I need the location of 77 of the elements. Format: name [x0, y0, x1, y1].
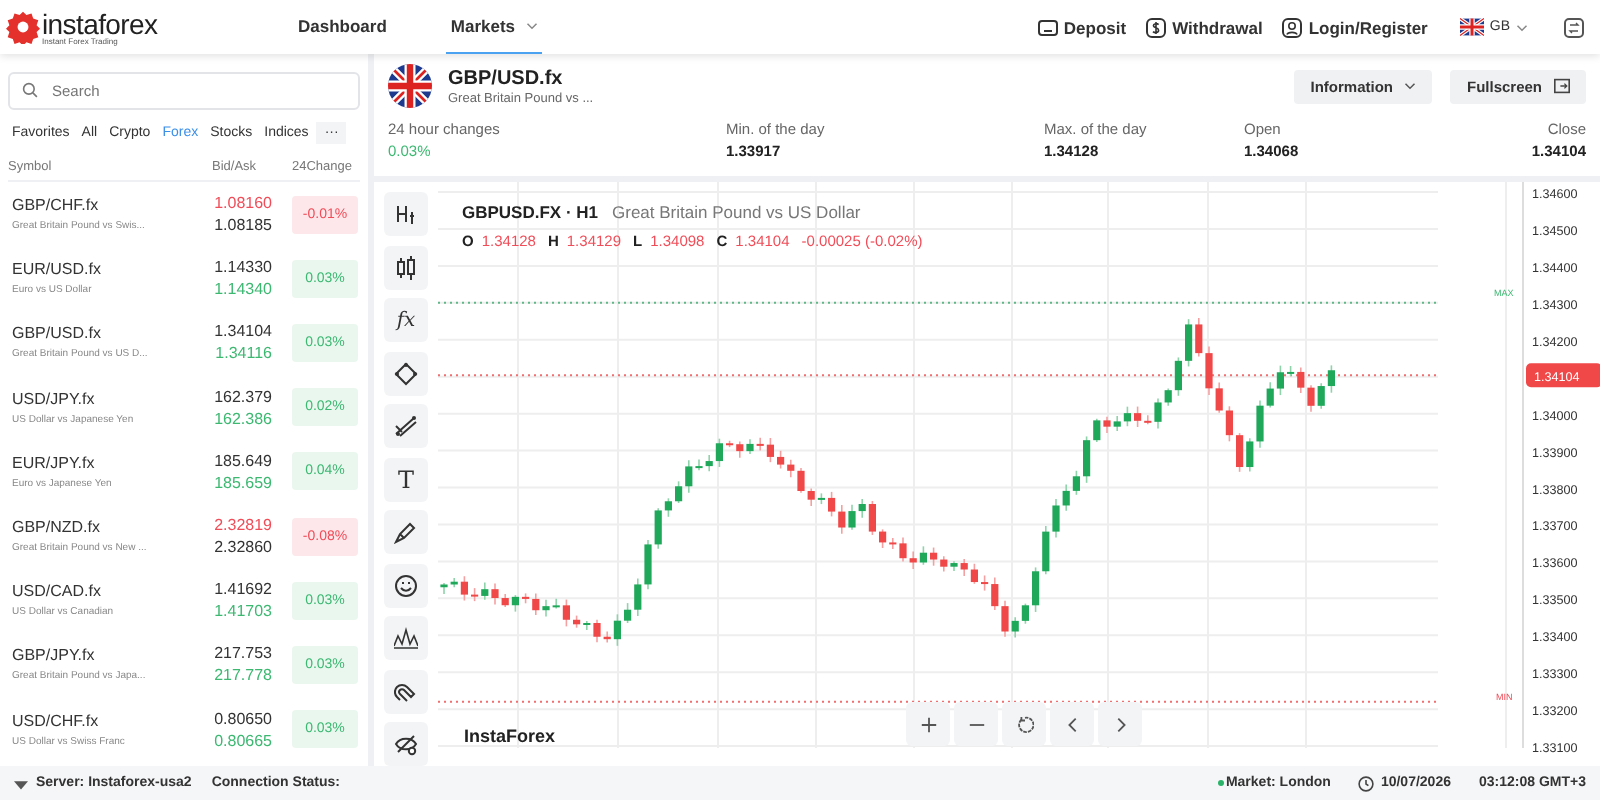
candlestick-icon	[394, 255, 418, 279]
ask-price: 185.659	[214, 473, 272, 492]
wifi-icon	[14, 777, 28, 789]
bars-icon	[394, 202, 418, 226]
bid-price: 2.32819	[214, 516, 272, 535]
caret-icon	[525, 22, 538, 30]
tool-button[interactable]: T	[384, 457, 428, 501]
bid-price: 162.379	[214, 387, 272, 406]
caret-icon	[1404, 82, 1417, 90]
ask-price: 1.34116	[215, 344, 272, 363]
ask-price: 0.80665	[214, 731, 272, 750]
ask-price: 1.41703	[214, 602, 272, 621]
exchange-icon[interactable]	[1564, 17, 1584, 37]
nav-link[interactable]: Markets	[446, 0, 542, 54]
caret-icon	[1516, 23, 1528, 31]
ask-price: 1.14340	[214, 280, 272, 299]
bid-price: 185.649	[214, 451, 272, 470]
brush-icon	[394, 520, 418, 544]
symbol-name: EUR/USD.fx	[12, 260, 103, 279]
symbol-name: GBP/USD.fx	[12, 324, 103, 343]
symbol-name: USD/CAD.fx	[12, 582, 103, 601]
status-dot-icon	[1217, 780, 1224, 786]
nav-link[interactable]: Dashboard	[294, 0, 391, 54]
chart-brand: InstaForex	[464, 726, 556, 746]
clock-icon	[1358, 775, 1375, 791]
gear-logo-icon	[6, 10, 40, 44]
candle-tool-button[interactable]	[384, 245, 428, 289]
pattern-icon	[394, 626, 418, 650]
shape-tool-button[interactable]	[384, 351, 428, 395]
hidden-eye-icon	[394, 732, 418, 756]
ask-price: 2.32860	[214, 538, 272, 557]
zoom-in-button[interactable]	[906, 702, 950, 746]
magnet-tool-button[interactable]	[384, 669, 428, 713]
smiley-icon	[394, 573, 418, 597]
symbol-name: USD/CHF.fx	[12, 711, 101, 730]
bid-price: 1.34104	[214, 322, 272, 341]
symbol-name: GBP/CHF.fx	[12, 196, 101, 215]
bid-price: 1.08160	[214, 194, 272, 213]
plus-icon	[919, 715, 937, 733]
chevron-left-icon	[1063, 715, 1081, 733]
symbol-name: GBP/JPY.fx	[12, 646, 97, 665]
chart-description: Great Britain Pound vs US Dollar	[612, 202, 861, 222]
bid-price: 1.41692	[214, 580, 272, 599]
header-link[interactable]: Login/Register	[1282, 17, 1428, 37]
card-icon	[1037, 17, 1058, 37]
shape-icon	[394, 361, 418, 385]
reset-button[interactable]	[1002, 702, 1046, 746]
bid-price: 217.753	[214, 644, 272, 663]
header-link[interactable]: Deposit	[1037, 17, 1127, 37]
user-icon	[1282, 17, 1303, 37]
brand-name: instaforex	[42, 9, 158, 37]
header-link[interactable]: Withdrawal	[1146, 17, 1263, 37]
dollar-icon	[1146, 17, 1167, 37]
eye-tool-button[interactable]	[384, 722, 428, 766]
ask-price: 162.386	[214, 409, 272, 428]
uk-flag-icon	[388, 64, 432, 108]
bars-tool-button[interactable]	[384, 192, 428, 236]
symbol-name: GBP/NZD.fx	[12, 518, 103, 537]
chart-title: GBPUSD.FX · H1	[462, 202, 599, 222]
lines-tool-button[interactable]	[384, 404, 428, 448]
symbol-name: USD/JPY.fx	[12, 389, 97, 408]
fullscreen-icon	[1554, 78, 1570, 94]
trend-lines-icon	[394, 414, 418, 438]
ask-price: 217.778	[214, 666, 272, 685]
smile-tool-button[interactable]	[384, 563, 428, 607]
uk-flag-icon	[1459, 18, 1484, 36]
search-icon	[22, 82, 38, 98]
bid-price: 1.14330	[214, 258, 272, 277]
bid-price: 0.80650	[214, 709, 272, 728]
wave-tool-button[interactable]	[384, 616, 428, 660]
symbol-name: EUR/JPY.fx	[12, 453, 97, 472]
magnet-icon	[394, 679, 418, 703]
reset-icon	[1015, 715, 1033, 733]
tool-button[interactable]: fx	[384, 298, 428, 342]
ask-price: 1.08185	[214, 216, 272, 235]
instrument-symbol: GBP/USD.fx	[448, 67, 565, 89]
brush-tool-button[interactable]	[384, 510, 428, 554]
